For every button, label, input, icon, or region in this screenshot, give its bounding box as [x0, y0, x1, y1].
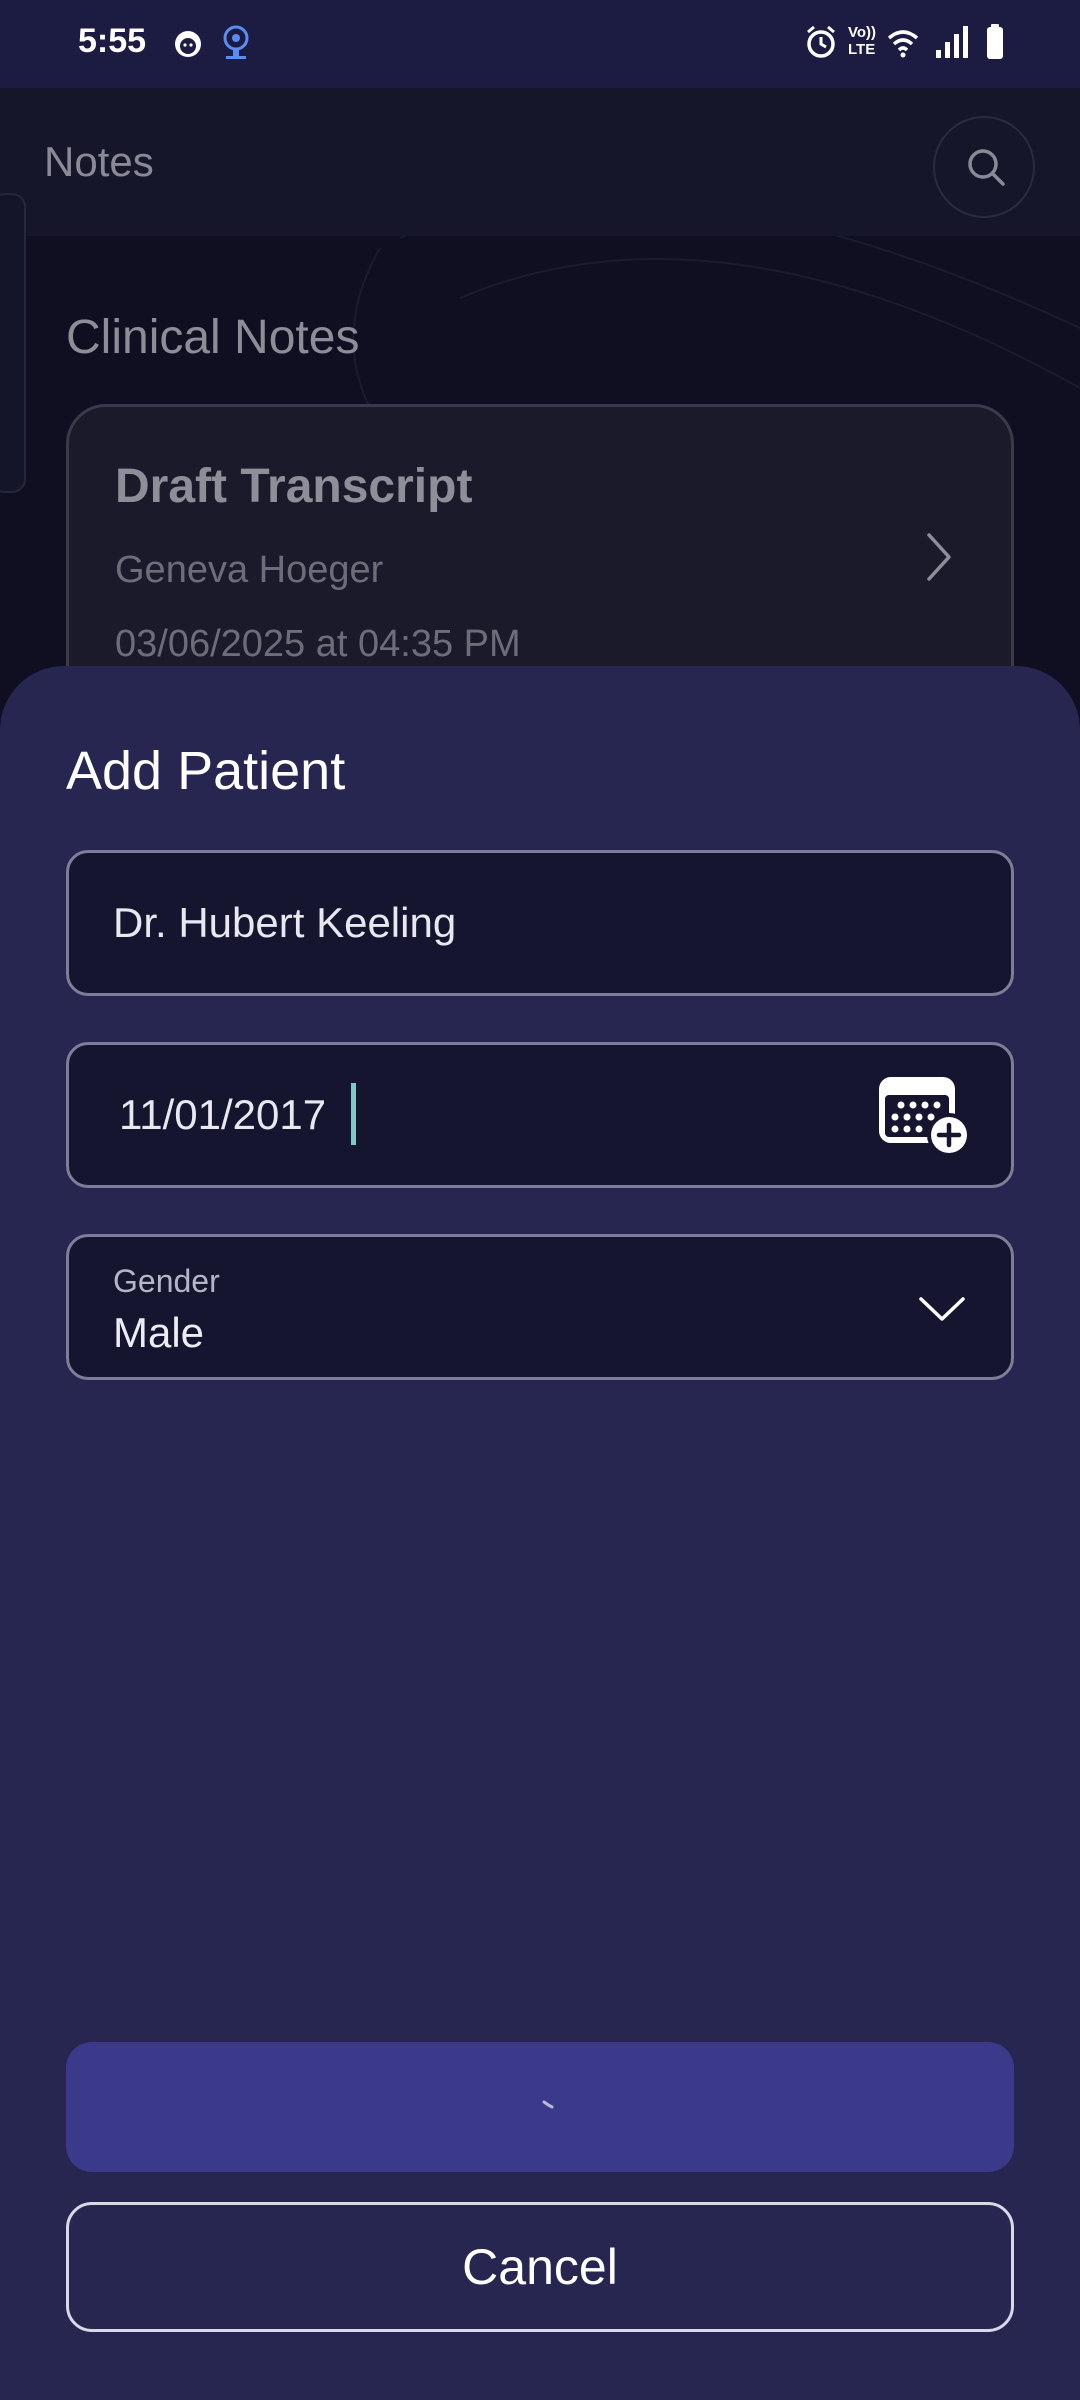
volte-icon: Vo)) LTE [848, 24, 884, 64]
battery-icon [984, 22, 1006, 67]
status-time: 5:55 [78, 22, 147, 60]
chevron-right-icon [927, 533, 951, 581]
note-card-date: 03/06/2025 at 04:35 PM [115, 623, 521, 665]
status-bar: 5:55 Vo)) LTE [0, 0, 1080, 88]
volte-label-bottom: LTE [848, 41, 876, 58]
podcast-icon [218, 22, 254, 67]
loading-spinner-icon [542, 2100, 554, 2109]
save-patient-button[interactable] [66, 2042, 1014, 2172]
signal-icon [934, 22, 970, 67]
wifi-icon [886, 22, 920, 67]
date-of-birth-value: 11/01/2017 [119, 1091, 327, 1138]
face-icon [172, 22, 204, 67]
chevron-down-icon [919, 1297, 965, 1321]
search-icon [968, 149, 1005, 186]
cancel-button[interactable]: Cancel [66, 2202, 1014, 2332]
gender-select[interactable]: Gender Male [66, 1234, 1014, 1380]
patient-name-field[interactable]: Dr. Hubert Keeling [66, 850, 1014, 996]
note-card-title: Draft Transcript [115, 460, 473, 513]
note-card-patient-name: Geneva Hoeger [115, 549, 384, 591]
gender-value: Male [113, 1309, 205, 1356]
patient-name-value: Dr. Hubert Keeling [113, 899, 457, 946]
app-bar: Notes [0, 88, 1080, 236]
app-title: Notes [44, 138, 154, 185]
volte-label-top: Vo)) [848, 24, 877, 41]
calendar-add-icon[interactable] [877, 1075, 975, 1166]
add-patient-sheet: Add Patient Dr. Hubert Keeling 11/01/201… [0, 666, 1080, 2400]
text-cursor [351, 1083, 356, 1145]
drawer-handle[interactable] [0, 193, 26, 493]
alarm-icon [804, 22, 838, 67]
date-of-birth-field[interactable]: 11/01/2017 [66, 1042, 1014, 1188]
section-title: Clinical Notes [66, 311, 360, 364]
search-button[interactable] [933, 116, 1035, 218]
sheet-title: Add Patient [66, 741, 346, 801]
gender-label: Gender [113, 1263, 220, 1299]
